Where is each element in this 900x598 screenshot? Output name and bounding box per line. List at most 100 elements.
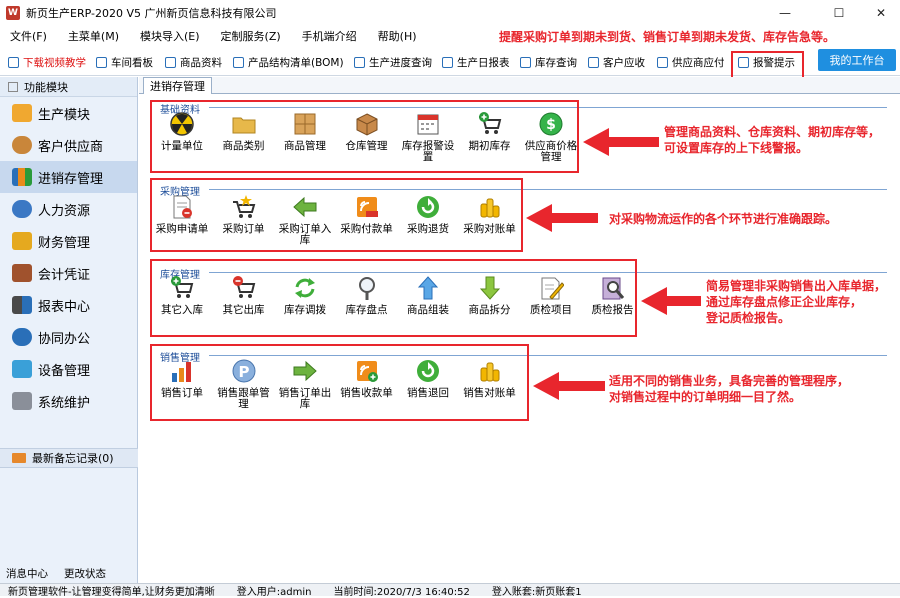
- sidebar-item-hr[interactable]: 人力资源: [0, 193, 137, 225]
- toolbar-product-info[interactable]: 商品资料: [165, 55, 222, 70]
- toolbar-label: 下载视频教学: [23, 57, 86, 69]
- report-icon: [12, 296, 32, 314]
- toolbar-inventory-query[interactable]: 库存查询: [520, 55, 577, 70]
- toolbar-label: 生产日报表: [457, 57, 510, 69]
- alarm-annotation: 提醒采购订单到期未到货、销售订单到期未发货、库存告急等。: [499, 30, 836, 44]
- menu-help[interactable]: 帮助(H): [370, 28, 425, 44]
- sidebar-header: 功能模块: [0, 77, 137, 97]
- person-icon: [12, 200, 32, 218]
- tab-inventory[interactable]: 进销存管理: [143, 77, 212, 94]
- message-center-link[interactable]: 消息中心: [6, 566, 48, 581]
- note-basic-info: 管理商品资料、仓库资料、期初库存等， 可设置库存的上下线警报。: [664, 124, 880, 156]
- sidebar-item-inventory[interactable]: 进销存管理: [0, 161, 137, 193]
- folder-icon: [12, 104, 32, 122]
- toolbar-label: 生产进度查询: [369, 57, 432, 69]
- sidebar-item-customer-supplier[interactable]: 客户供应商: [0, 129, 137, 161]
- note-line: 登记质检报告。: [706, 311, 791, 325]
- sales-highlight: [150, 344, 529, 421]
- book-icon: [12, 264, 32, 282]
- equipment-icon: [12, 360, 32, 378]
- status-account: 登入账套:新页账套1: [491, 586, 582, 598]
- toolbar-label: 产品结构清单(BOM): [248, 57, 344, 69]
- status-time: 当前时间:2020/7/3 16:40:52: [333, 586, 470, 598]
- checkbox-icon: [233, 57, 244, 68]
- status-bar: 新页管理软件-让管理变得简单,让财务更加清晰 登入用户:admin 当前时间:2…: [0, 583, 900, 598]
- window-title: 新页生产ERP-2020 V5 广州新页信息科技有限公司: [26, 7, 277, 20]
- bar-chart-icon: [12, 168, 32, 186]
- note-line: 对销售过程中的订单明细一目了然。: [609, 390, 802, 404]
- toolbar-production-daily[interactable]: 生产日报表: [442, 55, 510, 70]
- tab-strip: 进销存管理: [139, 77, 900, 94]
- menu-mobile[interactable]: 手机端介绍: [294, 28, 370, 44]
- note-line: 简易管理非采购销售出入库单据，: [706, 279, 887, 293]
- toolbar-video-tutorial[interactable]: 下载视频教学: [8, 55, 86, 70]
- app-logo-icon: W: [6, 6, 20, 20]
- toolbar-label: 商品资料: [180, 57, 222, 69]
- toolbar-label: 车间看板: [111, 57, 153, 69]
- my-workbench-button[interactable]: 我的工作台: [818, 49, 896, 71]
- sidebar-item-label: 财务管理: [38, 235, 91, 251]
- change-status-link[interactable]: 更改状态: [64, 566, 106, 581]
- purchase-highlight: [150, 178, 523, 252]
- note-line: 对采购物流运作的各个环节进行准确跟踪。: [609, 212, 838, 226]
- sidebar-item-label: 生产模块: [38, 107, 91, 123]
- module-icon: [8, 81, 18, 92]
- toolbar-production-progress[interactable]: 生产进度查询: [354, 55, 432, 70]
- sidebar-item-system[interactable]: 系统维护: [0, 385, 137, 417]
- checkbox-icon: [165, 57, 176, 68]
- checkbox-icon: [520, 57, 531, 68]
- toolbar-label: 库存查询: [535, 57, 577, 69]
- menu-module-import[interactable]: 模块导入(E): [132, 28, 213, 44]
- status-slogan: 新页管理软件-让管理变得简单,让财务更加清晰: [8, 586, 215, 598]
- toolbar-label: 客户应收: [603, 57, 645, 69]
- coins-icon: [12, 232, 32, 250]
- sidebar-item-equipment[interactable]: 设备管理: [0, 353, 137, 385]
- memo-icon: [12, 453, 26, 463]
- sidebar-item-report[interactable]: 报表中心: [0, 289, 137, 321]
- sidebar-item-production[interactable]: 生产模块: [0, 97, 137, 129]
- alarm-highlight-box: [731, 51, 804, 80]
- sidebar-item-label: 客户供应商: [38, 139, 104, 155]
- annotation-arrow-icon: [583, 128, 659, 156]
- toolbar-bom[interactable]: 产品结构清单(BOM): [233, 55, 344, 70]
- checkbox-icon: [442, 57, 453, 68]
- note-sales: 适用不同的销售业务，具备完善的管理程序， 对销售过程中的订单明细一目了然。: [609, 373, 849, 405]
- checkbox-icon: [96, 57, 107, 68]
- sidebar: 功能模块 生产模块 客户供应商 进销存管理 人力资源 财务管理 会计凭证 报表中…: [0, 77, 138, 583]
- annotation-arrow-icon: [526, 204, 598, 232]
- toolbar-workshop-board[interactable]: 车间看板: [96, 55, 153, 70]
- sidebar-item-label: 会计凭证: [38, 267, 91, 283]
- note-line: 适用不同的销售业务，具备完善的管理程序，: [609, 374, 850, 388]
- checkbox-icon: [354, 57, 365, 68]
- note-purchase: 对采购物流运作的各个环节进行准确跟踪。: [609, 211, 837, 227]
- collaboration-icon: [12, 328, 32, 346]
- toolbar-customer-receivable[interactable]: 客户应收: [588, 55, 645, 70]
- sidebar-item-label: 协同办公: [38, 331, 91, 347]
- menu-custom-service[interactable]: 定制服务(Z): [213, 28, 294, 44]
- basic-info-highlight: [150, 100, 579, 173]
- close-button[interactable]: ✕: [858, 0, 900, 26]
- sidebar-item-label: 进销存管理: [38, 171, 104, 187]
- maximize-button[interactable]: ☐: [816, 0, 862, 26]
- sidebar-header-label: 功能模块: [24, 80, 68, 94]
- menu-file[interactable]: 文件(F): [0, 28, 60, 44]
- annotation-arrow-icon: [533, 372, 605, 400]
- sidebar-item-office[interactable]: 协同办公: [0, 321, 137, 353]
- sidebar-item-label: 系统维护: [38, 395, 91, 411]
- lock-icon: [12, 392, 32, 410]
- sidebar-item-label: 设备管理: [38, 363, 91, 379]
- memo-record[interactable]: 最新备忘记录(0): [0, 448, 138, 468]
- note-inventory: 简易管理非采购销售出入库单据， 通过库存盘点修正企业库存， 登记质检报告。: [706, 278, 886, 326]
- checkbox-icon: [657, 57, 668, 68]
- note-line: 可设置库存的上下线警报。: [664, 141, 809, 155]
- menu-main[interactable]: 主菜单(M): [60, 28, 132, 44]
- annotation-arrow-icon: [641, 287, 701, 315]
- inventory-highlight: [150, 259, 637, 337]
- status-user: 登入用户:admin: [236, 586, 312, 598]
- toolbar-supplier-payable[interactable]: 供应商应付: [657, 55, 725, 70]
- sidebar-item-voucher[interactable]: 会计凭证: [0, 257, 137, 289]
- users-icon: [12, 136, 32, 154]
- minimize-button[interactable]: —: [762, 0, 808, 26]
- sidebar-item-finance[interactable]: 财务管理: [0, 225, 137, 257]
- note-line: 管理商品资料、仓库资料、期初库存等，: [664, 125, 881, 139]
